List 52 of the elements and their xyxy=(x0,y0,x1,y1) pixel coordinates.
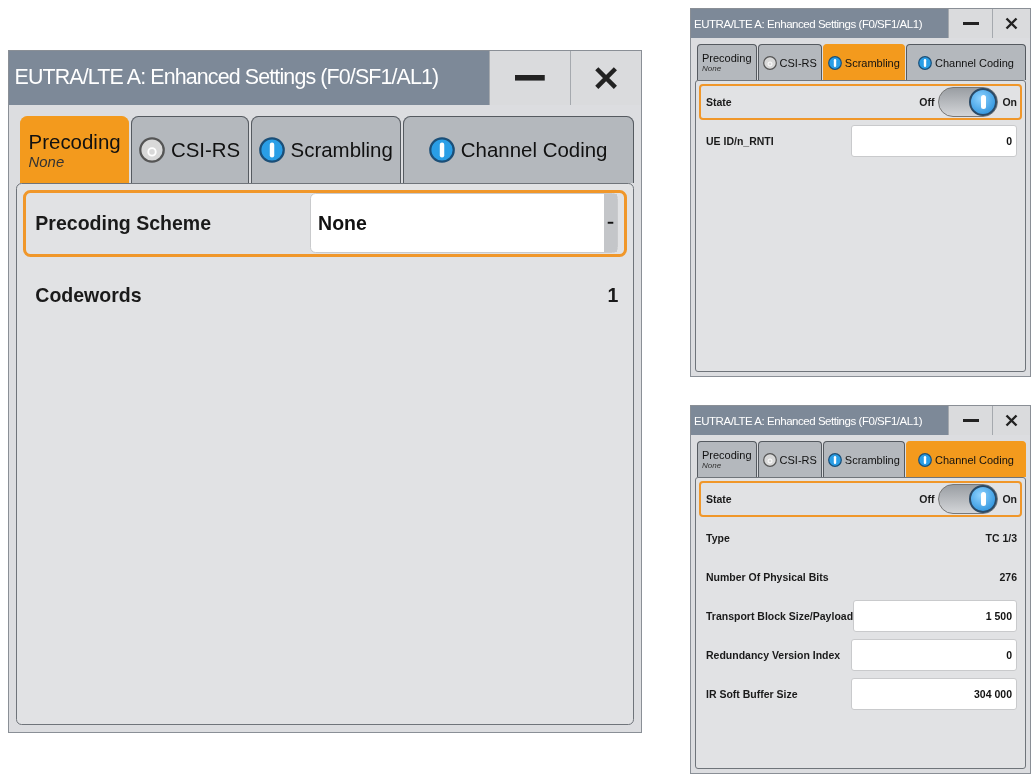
off-label: Off xyxy=(919,96,935,108)
tab[interactable]: Precoding None xyxy=(697,441,757,477)
field-label: State xyxy=(706,96,733,108)
tab[interactable]: CSI-RS xyxy=(130,116,249,184)
minimize-button[interactable] xyxy=(948,9,992,38)
toggle-switch[interactable] xyxy=(938,87,999,117)
window-title: EUTRA/LTE A: Enhanced Settings (F0/SF1/AL1) xyxy=(693,413,923,429)
tab[interactable]: Channel Coding xyxy=(905,44,1026,80)
field-value: 276 xyxy=(999,571,1017,583)
on-label: On xyxy=(1002,493,1017,505)
tab[interactable]: Scrambling xyxy=(822,44,905,80)
input-field[interactable]: 0 xyxy=(851,125,1017,157)
minimize-icon xyxy=(962,419,979,422)
tab[interactable]: Scrambling xyxy=(822,441,905,477)
window-title: EUTRA/LTE A: Enhanced Settings (F0/SF1/AL1) xyxy=(693,16,923,32)
close-icon xyxy=(1005,414,1018,427)
field-label: Number Of Physical Bits xyxy=(706,571,830,583)
field-label: UE ID/n_RNTI xyxy=(706,135,775,147)
close-button[interactable] xyxy=(992,406,1030,435)
tab[interactable]: CSI-RS xyxy=(757,44,822,80)
close-icon xyxy=(594,65,619,91)
tab[interactable]: Scrambling xyxy=(250,116,402,184)
window-title: EUTRA/LTE A: Enhanced Settings (F0/SF1/AL1) xyxy=(13,64,440,92)
caret-icon xyxy=(604,194,618,252)
close-icon xyxy=(1005,17,1018,30)
tab[interactable]: Precoding None xyxy=(697,44,757,80)
tab[interactable]: Precoding None xyxy=(20,116,130,184)
on-label: On xyxy=(1002,96,1017,108)
field-label: Codewords xyxy=(35,284,143,308)
tab[interactable]: Channel Coding xyxy=(905,441,1026,477)
field-label: Redundancy Version Index xyxy=(706,649,842,661)
tab[interactable]: CSI-RS xyxy=(757,441,822,477)
field-value: 1 xyxy=(607,284,619,308)
input-field[interactable]: 304 000 xyxy=(851,678,1017,710)
minimize-button[interactable] xyxy=(948,406,992,435)
minimize-icon xyxy=(962,22,979,25)
field-label: Precoding Scheme xyxy=(35,211,212,235)
off-label: Off xyxy=(919,493,935,505)
tab[interactable]: Channel Coding xyxy=(403,116,634,184)
field-value: TC 1/3 xyxy=(985,532,1017,544)
dropdown[interactable]: None xyxy=(309,193,619,253)
toggle-switch[interactable] xyxy=(938,484,999,514)
input-field[interactable]: 1 500 xyxy=(853,600,1017,632)
input-field[interactable]: 0 xyxy=(851,639,1017,671)
minimize-button[interactable] xyxy=(488,51,571,105)
field-label: Type xyxy=(706,532,731,544)
minimize-icon xyxy=(515,75,545,81)
field-label: IR Soft Buffer Size xyxy=(706,688,799,700)
field-label: State xyxy=(706,493,733,505)
close-button[interactable] xyxy=(570,51,641,105)
field-label: Transport Block Size/Payload xyxy=(706,610,854,622)
close-button[interactable] xyxy=(992,9,1030,38)
